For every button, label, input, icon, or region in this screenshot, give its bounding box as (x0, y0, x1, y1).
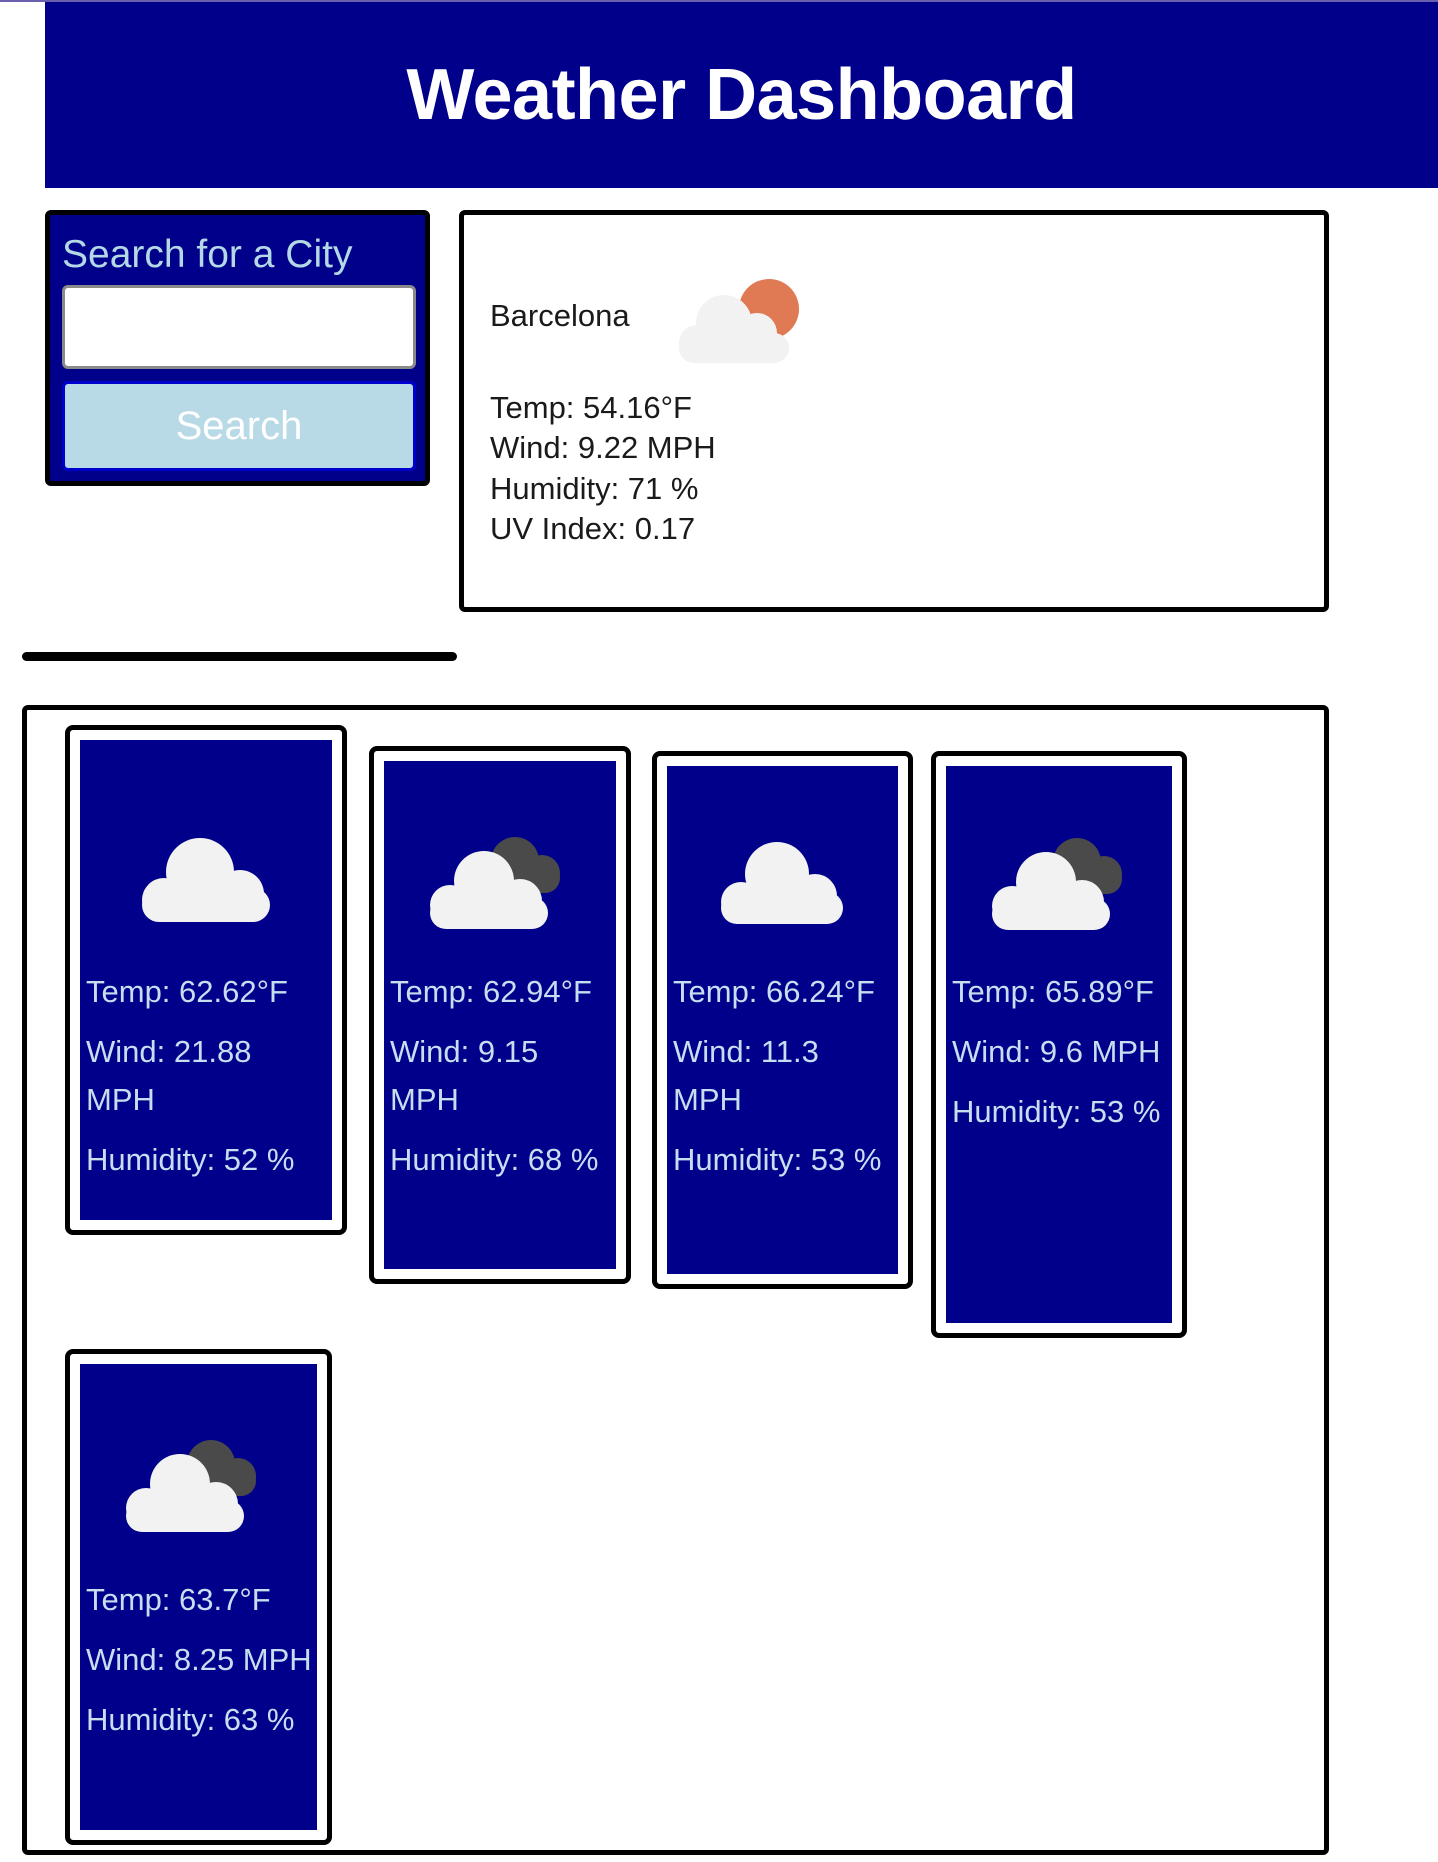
current-city-name: Barcelona (490, 298, 630, 333)
forecast-card: Temp: 65.89°F Wind: 9.6 MPH Humidity: 53… (931, 751, 1187, 1338)
page-title: Weather Dashboard (406, 55, 1077, 135)
forecast-wind: Wind: 9.15 MPH (390, 1034, 539, 1117)
current-humidity: Humidity: 71 % (490, 471, 699, 506)
broken-clouds-icon (430, 837, 560, 929)
city-search-input[interactable] (62, 285, 416, 369)
broken-clouds-icon (992, 838, 1122, 930)
forecast-temp: Temp: 62.62°F (86, 974, 288, 1009)
forecast-card: Temp: 63.7°F Wind: 8.25 MPH Humidity: 63… (65, 1349, 332, 1845)
forecast-humidity: Humidity: 68 % (390, 1142, 599, 1177)
forecast-card-text: Temp: 62.94°F Wind: 9.15 MPH Humidity: 6… (390, 968, 612, 1196)
forecast-temp: Temp: 63.7°F (86, 1582, 271, 1617)
forecast-wind: Wind: 9.6 MPH (952, 1034, 1161, 1069)
forecast-wind: Wind: 8.25 MPH (86, 1642, 312, 1677)
broken-clouds-icon (126, 1440, 256, 1532)
forecast-card-text: Temp: 66.24°F Wind: 11.3 MPH Humidity: 5… (673, 968, 894, 1196)
forecast-temp: Temp: 62.94°F (390, 974, 592, 1009)
section-divider (22, 652, 457, 661)
forecast-card: Temp: 62.62°F Wind: 21.88 MPH Humidity: … (65, 725, 347, 1235)
forecast-humidity: Humidity: 53 % (952, 1094, 1161, 1129)
forecast-wind: Wind: 11.3 MPH (673, 1034, 819, 1117)
forecast-temp: Temp: 65.89°F (952, 974, 1154, 1009)
forecast-wind: Wind: 21.88 MPH (86, 1034, 252, 1117)
forecast-card-text: Temp: 65.89°F Wind: 9.6 MPH Humidity: 53… (952, 968, 1168, 1148)
forecast-card: Temp: 62.94°F Wind: 9.15 MPH Humidity: 6… (369, 746, 631, 1284)
forecast-humidity: Humidity: 63 % (86, 1702, 295, 1737)
forecast-card-text: Temp: 62.62°F Wind: 21.88 MPH Humidity: … (86, 968, 328, 1196)
forecast-card: Temp: 66.24°F Wind: 11.3 MPH Humidity: 5… (652, 751, 913, 1289)
page-header: Weather Dashboard (45, 2, 1438, 188)
forecast-humidity: Humidity: 52 % (86, 1142, 295, 1177)
forecast-panel: Temp: 62.62°F Wind: 21.88 MPH Humidity: … (22, 705, 1329, 1855)
search-panel: Search for a City Search (45, 210, 430, 486)
current-temp: Temp: 54.16°F (490, 390, 692, 425)
current-weather-panel: Barcelona Temp: 54.16°F Wind: 9.22 MPH H… (459, 210, 1329, 612)
forecast-temp: Temp: 66.24°F (673, 974, 875, 1009)
current-uv-index: UV Index: 0.17 (490, 511, 696, 546)
current-wind: Wind: 9.22 MPH (490, 430, 716, 465)
partly-cloudy-sun-icon (679, 279, 799, 363)
cloud-icon (721, 842, 843, 924)
search-button[interactable]: Search (62, 381, 416, 471)
forecast-humidity: Humidity: 53 % (673, 1142, 882, 1177)
search-title: Search for a City (62, 233, 353, 276)
cloud-icon (142, 838, 270, 922)
forecast-card-text: Temp: 63.7°F Wind: 8.25 MPH Humidity: 63… (86, 1576, 313, 1756)
